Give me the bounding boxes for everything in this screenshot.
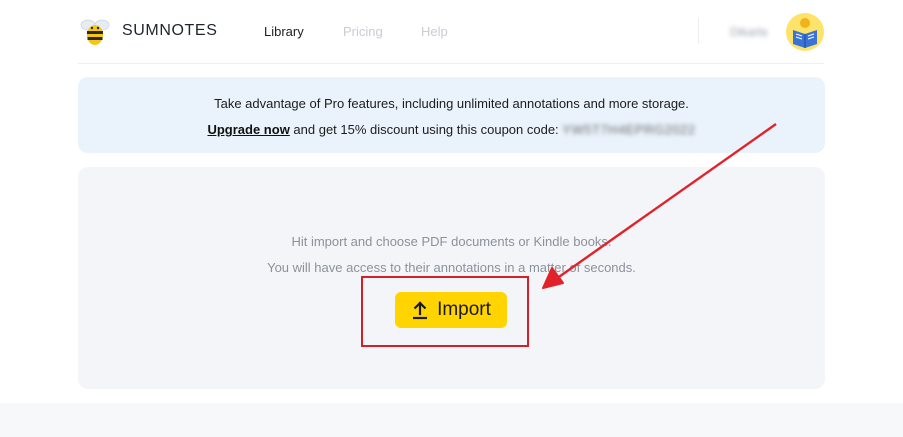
promo-text: Take advantage of Pro features, includin… <box>214 96 689 111</box>
bee-logo-icon[interactable] <box>80 16 110 48</box>
header: SUMNOTES Library Pricing Help Dikarla <box>0 0 903 64</box>
user-name[interactable]: Dikarla <box>730 25 767 39</box>
nav-help[interactable]: Help <box>421 24 448 39</box>
import-panel: Hit import and choose PDF documents or K… <box>78 167 825 389</box>
brand-name[interactable]: SUMNOTES <box>122 22 217 40</box>
import-button[interactable]: Import <box>395 292 507 328</box>
import-button-label: Import <box>437 299 491 320</box>
upload-icon <box>413 301 428 320</box>
upgrade-now-link[interactable]: Upgrade now <box>207 122 289 137</box>
header-separator <box>78 63 824 64</box>
reading-book-avatar-icon <box>793 18 817 48</box>
page-footer-band <box>0 403 903 437</box>
header-divider <box>698 18 699 44</box>
import-hint-line2: You will have access to their annotation… <box>267 260 636 275</box>
promo-offer: Upgrade now and get 15% discount using t… <box>78 122 825 137</box>
nav-pricing[interactable]: Pricing <box>343 24 383 39</box>
import-hint-line1: Hit import and choose PDF documents or K… <box>291 234 612 249</box>
promo-banner: Take advantage of Pro features, includin… <box>78 77 825 153</box>
coupon-code: YW5T7H4EPRG2022 <box>562 122 696 137</box>
nav-library[interactable]: Library <box>264 24 304 39</box>
promo-offer-text: and get 15% discount using this coupon c… <box>289 122 563 137</box>
user-avatar[interactable] <box>786 13 824 51</box>
